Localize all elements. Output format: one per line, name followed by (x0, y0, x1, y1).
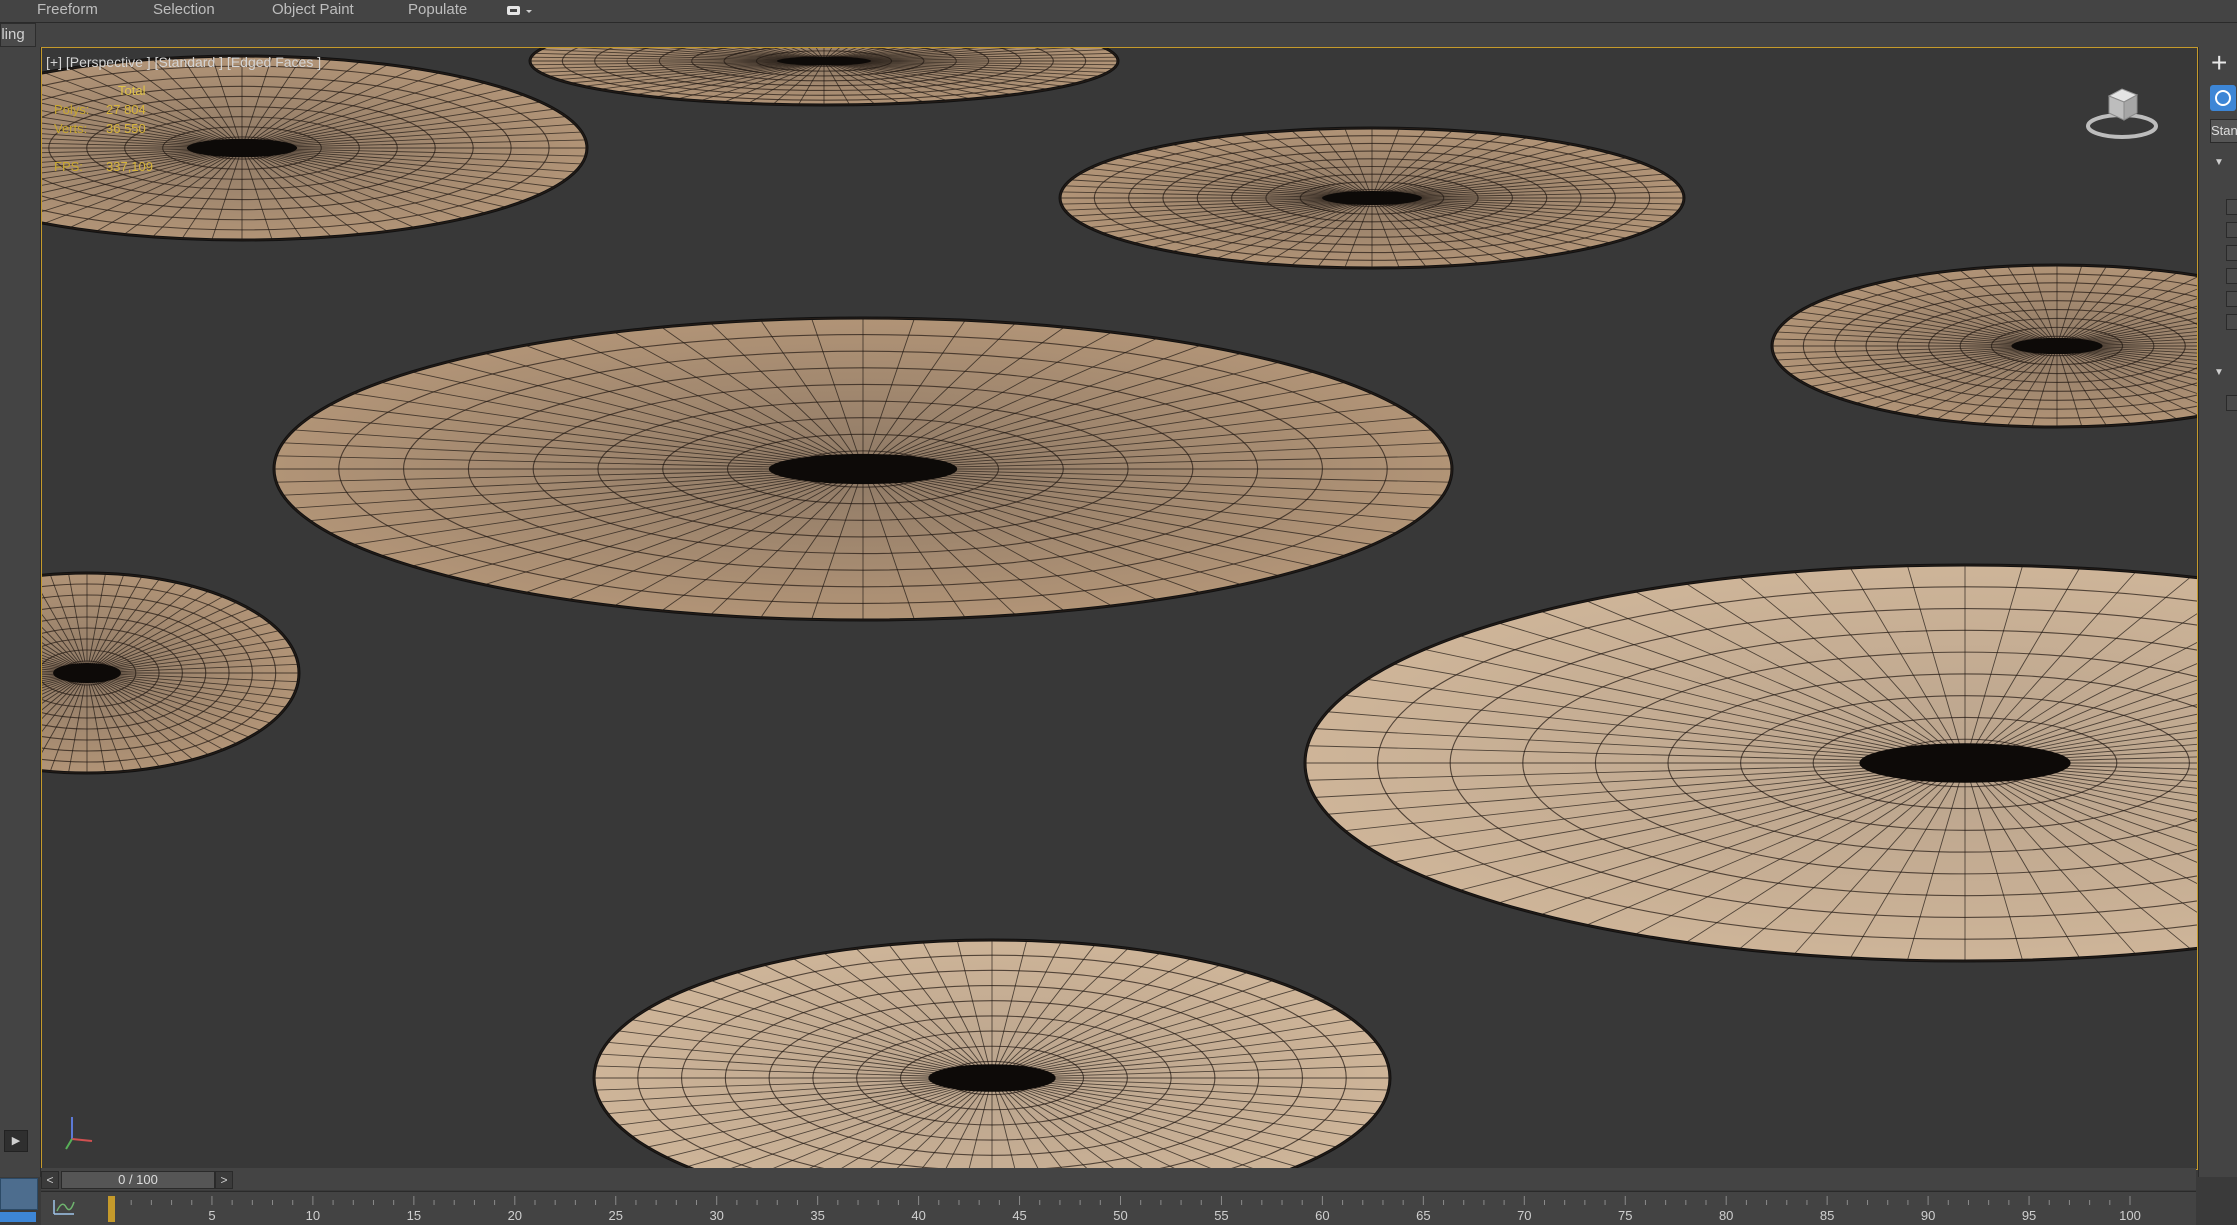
object-type-button[interactable] (2226, 314, 2237, 330)
name-color-field[interactable] (2226, 395, 2237, 411)
frame-tick-label: 70 (1517, 1208, 1531, 1223)
object-type-button[interactable] (2226, 245, 2237, 261)
command-panel: + Stan ▼ ▼ (2198, 47, 2237, 1177)
frame-tick-label: 75 (1618, 1208, 1632, 1223)
cylinder-object (1058, 126, 1686, 270)
rollout-expand-icon[interactable]: ▼ (2214, 367, 2224, 378)
frame-tick-label: 10 (306, 1208, 320, 1223)
viewport-label[interactable]: [+] [Perspective ] [Standard ] [Edged Fa… (46, 54, 321, 70)
menu-selection[interactable]: Selection (153, 0, 215, 22)
time-slider[interactable]: 0 / 100 (61, 1171, 215, 1189)
polys-label: Polys: (54, 102, 90, 117)
frame-tick-label: 60 (1315, 1208, 1329, 1223)
frame-tick-label: 35 (810, 1208, 824, 1223)
track-bar[interactable]: 5 10 15 20 25 30 35 40 45 50 55 60 65 70 75 80 85 90 95 100 (41, 1191, 2196, 1225)
frame-tick-label: 90 (1921, 1208, 1935, 1223)
frame-tick-label: 5 (208, 1208, 215, 1223)
status-indicator (0, 1212, 36, 1222)
object-type-field[interactable]: Stan (2210, 119, 2237, 143)
frame-tick-label: 40 (911, 1208, 925, 1223)
menu-bar: Freeform Selection Object Paint Populate (0, 0, 2237, 23)
rollout-expand-icon[interactable]: ▼ (2214, 157, 2224, 168)
frame-tick-label: 30 (709, 1208, 723, 1223)
frame-tick-label: 15 (407, 1208, 421, 1223)
mini-listener-box[interactable] (0, 1178, 38, 1210)
frame-tick-label: 80 (1719, 1208, 1733, 1223)
verts-label: Verts: (54, 121, 88, 136)
plus-icon[interactable]: + (2211, 49, 2227, 77)
sphere-icon[interactable] (2210, 85, 2236, 111)
time-slider-bar: < 0 / 100 > (41, 1168, 2196, 1190)
frame-tick-label: 85 (1820, 1208, 1834, 1223)
object-type-button[interactable] (2226, 291, 2237, 307)
stats-header: Total (118, 83, 146, 98)
time-cursor (108, 1196, 115, 1222)
scene-canvas[interactable] (42, 48, 2197, 1169)
cylinder-object (528, 48, 1120, 107)
frame-tick-label: 55 (1214, 1208, 1228, 1223)
frame-tick-label: 45 (1012, 1208, 1026, 1223)
cylinder-object (1770, 263, 2197, 429)
menu-object-paint[interactable]: Object Paint (272, 0, 354, 22)
axis-tripod-icon (62, 1111, 98, 1151)
verts-value: 36 550 (106, 121, 146, 136)
frame-tick-label: 50 (1113, 1208, 1127, 1223)
perspective-viewport[interactable]: [+] [Perspective ] [Standard ] [Edged Fa… (41, 47, 2198, 1170)
play-icon[interactable]: ▶ (4, 1130, 28, 1152)
cylinder-object (1303, 563, 2197, 963)
ribbon-row (0, 23, 2237, 47)
cylinder-object (272, 316, 1454, 622)
frame-ruler[interactable]: 5 10 15 20 25 30 35 40 45 50 55 60 65 70 75 80 85 90 95 100 (41, 1192, 2196, 1225)
ribbon-tab-modeling[interactable]: eling (0, 23, 36, 47)
frame-tick-label: 100 (2119, 1208, 2141, 1223)
object-type-button[interactable] (2226, 268, 2237, 284)
cylinder-object (592, 938, 1392, 1169)
time-prev-button[interactable]: < (41, 1171, 59, 1189)
viewcube-icon[interactable] (2083, 80, 2161, 142)
cylinder-object (42, 571, 301, 775)
polys-value: 27 804 (106, 102, 146, 117)
fps-label: FPS: (54, 159, 83, 174)
time-next-button[interactable]: > (215, 1171, 233, 1189)
menu-populate[interactable]: Populate (408, 0, 467, 22)
menu-freeform[interactable]: Freeform (37, 0, 98, 22)
frame-tick-label: 25 (609, 1208, 623, 1223)
left-toolbar (0, 47, 41, 1177)
fps-value: 337,109 (106, 159, 153, 174)
object-type-button[interactable] (2226, 199, 2237, 215)
frame-tick-label: 20 (508, 1208, 522, 1223)
frame-tick-label: 95 (2022, 1208, 2036, 1223)
frame-tick-label: 65 (1416, 1208, 1430, 1223)
object-type-button[interactable] (2226, 222, 2237, 238)
chat-bubble-dropdown-icon[interactable] (506, 3, 534, 19)
